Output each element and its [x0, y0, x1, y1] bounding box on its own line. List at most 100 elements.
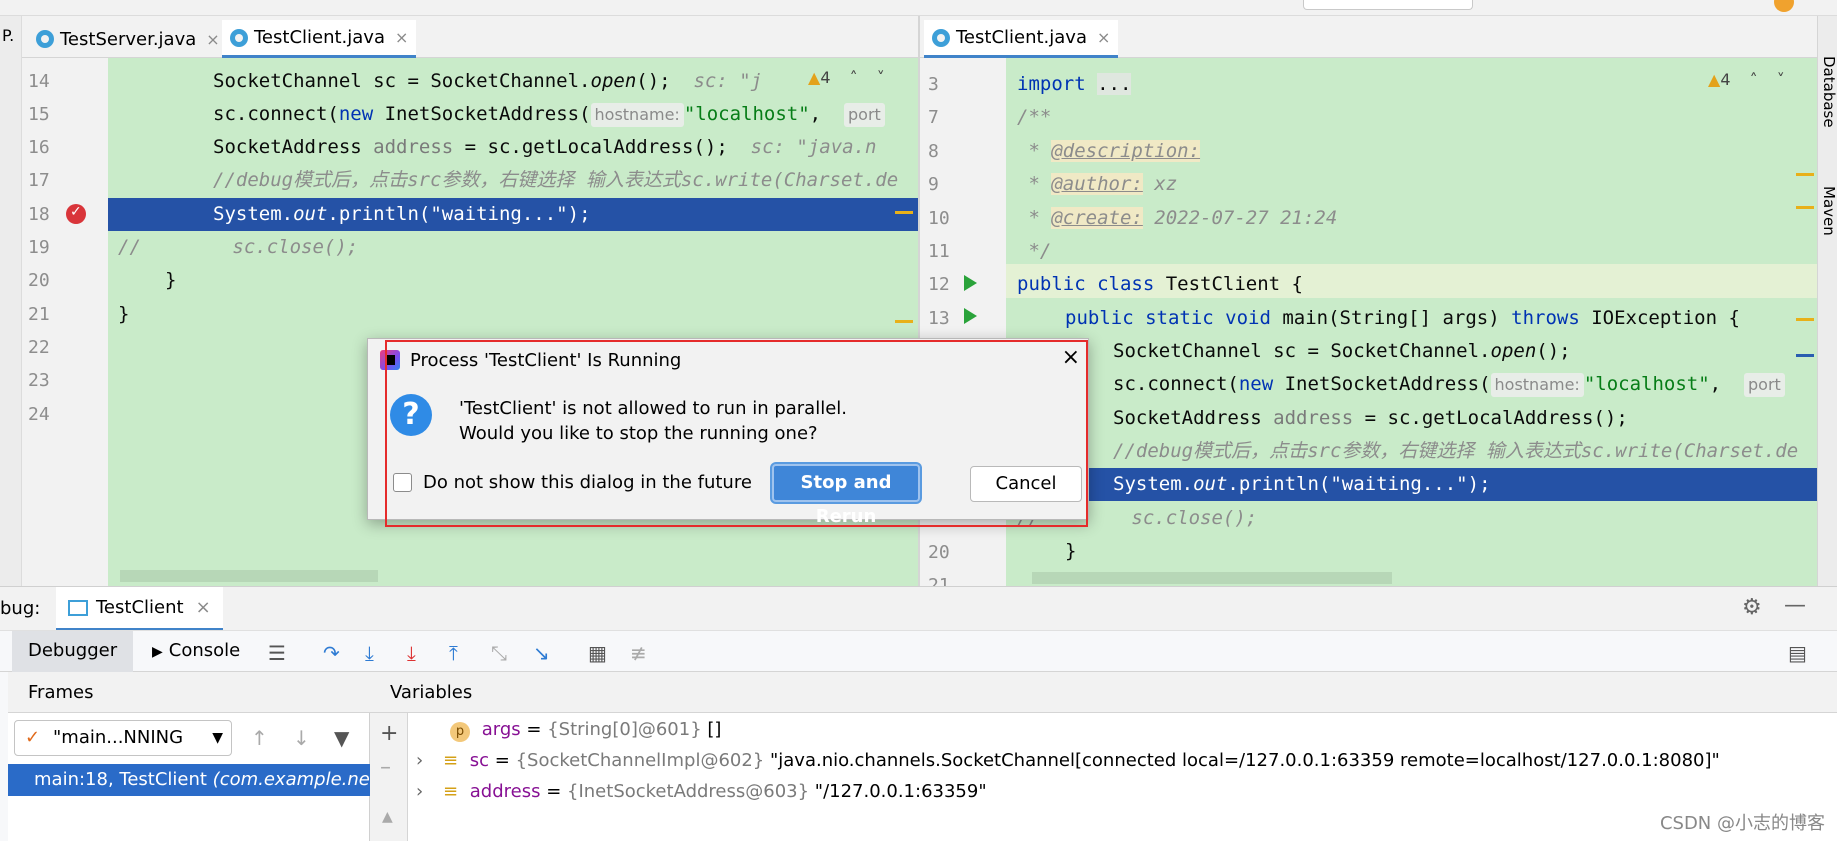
drop-frame-icon[interactable]: ⤡ [491, 641, 507, 665]
console-icon: ▶ [152, 644, 163, 660]
code-line-14: SocketChannel sc = SocketChannel.open(); [1113, 340, 1571, 362]
class-icon [932, 28, 950, 47]
update-icon[interactable] [1774, 0, 1794, 12]
chevron-up-icon[interactable]: ˄ [1750, 70, 1758, 89]
horizontal-scrollbar[interactable] [120, 570, 378, 582]
line-number: 13 [928, 308, 950, 329]
chevron-up-icon[interactable]: ˄ [850, 68, 858, 87]
step-over-icon[interactable]: ↷ [323, 641, 340, 665]
tab-label: TestServer.java [60, 28, 197, 50]
line-number: 19 [28, 237, 50, 258]
field-icon: ≡ [442, 750, 459, 771]
line-number: 11 [928, 241, 950, 262]
add-watch-icon[interactable]: + [380, 721, 398, 746]
frames-pane: Frames ✓ "main...NNING ▼ ↑ ↓ ▼ main:18, … [8, 672, 370, 841]
step-into-icon[interactable]: ⤓ [365, 641, 374, 665]
horizontal-scrollbar[interactable] [1032, 572, 1392, 584]
inspection-warnings[interactable]: ▲4 ˄ ˅ [808, 68, 885, 87]
project-tool-strip: P. [0, 16, 22, 586]
code-line-16: SocketAddress address = sc.getLocalAddre… [213, 136, 877, 158]
run-icon[interactable] [964, 308, 977, 324]
variable-row[interactable]: p args = {String[0]@601} [] [450, 719, 721, 742]
class-icon [230, 28, 248, 47]
intellij-app-icon [380, 350, 400, 370]
remove-watch-icon[interactable]: – [380, 755, 391, 780]
checkbox-label[interactable]: Do not show this dialog in the future [423, 472, 752, 493]
code-line-20: } [165, 269, 177, 291]
gear-icon[interactable]: ⚙ [1742, 595, 1762, 620]
maven-tool-tab[interactable]: Maven [1820, 186, 1837, 236]
code-line-16: SocketAddress address = sc.getLocalAddre… [1113, 407, 1628, 429]
variable-row[interactable]: › ≡ sc = {SocketChannelImpl@602} "java.n… [416, 750, 1720, 771]
close-icon[interactable]: × [1097, 28, 1110, 47]
inspection-warnings[interactable]: ▲4 ˄ ˅ [1708, 70, 1785, 89]
code-line-18: System.out.println("waiting..."); [213, 203, 591, 225]
code-line-3: import ... [1017, 73, 1132, 95]
tab-testclient-right[interactable]: TestClient.java × [924, 20, 1119, 58]
execution-point-line: System.out.println("waiting..."); [1006, 468, 1817, 501]
stop-and-rerun-button[interactable]: Stop and Rerun [772, 464, 920, 527]
line-number: 22 [28, 337, 50, 358]
close-icon[interactable]: × [206, 30, 219, 49]
menu-icon[interactable]: ☰ [268, 641, 286, 665]
right-tab-bar: TestClient.java × [920, 16, 1817, 58]
chevron-down-icon[interactable]: ˅ [877, 68, 885, 87]
execution-point-line: System.out.println("waiting..."); [108, 198, 918, 231]
change-marker [1796, 206, 1814, 209]
do-not-show-checkbox[interactable] [393, 473, 412, 492]
tab-testserver[interactable]: TestServer.java × [28, 20, 228, 58]
close-icon[interactable]: × [395, 28, 408, 47]
frames-header: Frames [8, 672, 370, 713]
project-tab-label[interactable]: P. [2, 26, 14, 45]
minimize-icon[interactable]: — [1784, 593, 1806, 618]
evaluate-icon[interactable]: ▦ [588, 641, 607, 665]
run-config-selector[interactable] [1303, 0, 1473, 10]
database-tool-tab[interactable]: Database [1820, 56, 1837, 128]
close-icon[interactable]: × [1062, 345, 1080, 370]
layout-icon[interactable]: ▤ [1788, 641, 1807, 665]
code-line-21: } [118, 303, 130, 325]
run-to-cursor-icon[interactable]: ↘ [533, 641, 550, 665]
code-line-7: /** [1017, 106, 1052, 128]
code-line-17: //debug模式后，点击src参数，右键选择 输入表达式sc.write(Ch… [213, 169, 899, 191]
field-icon: ≡ [442, 781, 459, 802]
tab-label: TestClient.java [254, 27, 385, 48]
force-step-into-icon[interactable]: ⤓ [407, 641, 416, 665]
close-icon[interactable]: × [196, 597, 211, 618]
frame-row[interactable]: main:18, TestClient (com.example.netty [8, 764, 370, 796]
line-number: 14 [28, 71, 50, 92]
line-number: 23 [28, 370, 50, 391]
expand-icon[interactable]: › [416, 750, 423, 771]
process-running-dialog: Process 'TestClient' Is Running × ? 'Tes… [367, 338, 1089, 527]
change-marker [1796, 173, 1814, 176]
line-number: 20 [28, 270, 50, 291]
class-icon [36, 30, 54, 48]
code-line-10: * @create: 2022-07-27 21:24 [1017, 207, 1338, 229]
thread-selector[interactable]: ✓ "main...NNING ▼ [14, 720, 232, 756]
line-number: 16 [28, 137, 50, 158]
expand-icon[interactable]: › [416, 781, 423, 802]
change-marker [895, 320, 913, 323]
parameter-icon: p [450, 722, 470, 742]
question-icon: ? [390, 394, 432, 436]
left-tab-bar: TestServer.java × TestClient.java × [22, 16, 918, 58]
dialog-message: 'TestClient' is not allowed to run in pa… [459, 398, 848, 444]
tab-testclient[interactable]: TestClient.java × [222, 20, 417, 58]
cancel-button[interactable]: Cancel [970, 466, 1082, 502]
chevron-up-icon[interactable]: ▲ [382, 809, 393, 825]
chevron-down-icon[interactable]: ˅ [1777, 70, 1785, 89]
chevron-down-icon[interactable]: ▼ [212, 721, 223, 755]
arrow-up-icon[interactable]: ↑ [251, 726, 268, 750]
breakpoint-icon[interactable]: ✓ [66, 204, 86, 224]
trace-icon[interactable]: ≢ [630, 641, 647, 665]
tab-debugger[interactable]: Debugger [12, 631, 134, 673]
tab-console[interactable]: ▶ Console [152, 631, 240, 673]
filter-icon[interactable]: ▼ [334, 726, 349, 750]
arrow-down-icon[interactable]: ↓ [293, 726, 310, 750]
watermark: CSDN @小志的博客 [1659, 813, 1825, 834]
run-icon[interactable] [964, 275, 977, 291]
step-out-icon[interactable]: ⤒ [449, 641, 458, 665]
variable-row[interactable]: › ≡ address = {InetSocketAddress@603} "/… [416, 781, 987, 802]
debug-session-tab[interactable]: TestClient × [56, 587, 223, 631]
right-tool-strip: Database Maven [1817, 16, 1837, 586]
